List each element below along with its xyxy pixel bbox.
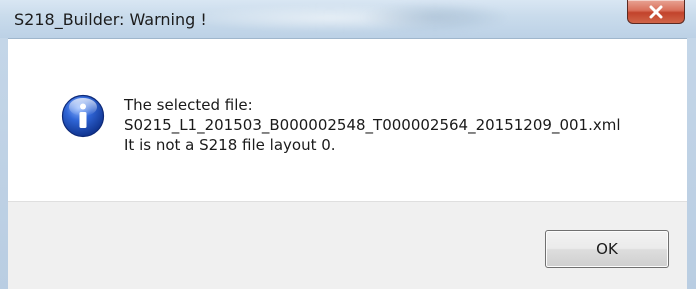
window-frame-left	[0, 38, 8, 289]
message-area: The selected file: S0215_L1_201503_B0000…	[8, 38, 687, 201]
close-icon	[648, 5, 664, 19]
close-button[interactable]	[627, 0, 685, 24]
window-title: S218_Builder: Warning !	[14, 10, 207, 29]
message-line-3: It is not a S218 file layout 0.	[124, 136, 336, 154]
button-bar: OK	[8, 201, 687, 289]
message-text: The selected file: S0215_L1_201503_B0000…	[124, 95, 621, 155]
window-frame-right	[687, 38, 696, 289]
title-bar[interactable]: S218_Builder: Warning !	[0, 0, 696, 38]
info-icon	[61, 94, 105, 138]
ok-button[interactable]: OK	[545, 230, 669, 268]
message-line-1: The selected file:	[124, 96, 253, 114]
message-filename: S0215_L1_201503_B000002548_T000002564_20…	[124, 116, 621, 134]
warning-dialog: S218_Builder: Warning ! The selected fil…	[0, 0, 696, 289]
